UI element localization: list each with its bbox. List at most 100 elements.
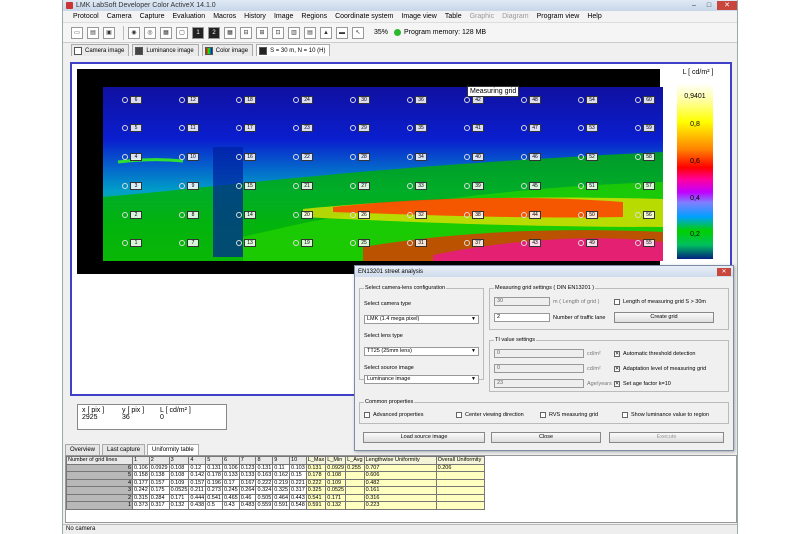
grid-point-label[interactable]: 16: [244, 153, 256, 161]
image-tab-2[interactable]: Color image: [201, 44, 254, 56]
open-icon[interactable]: ▤: [87, 26, 99, 39]
grid-point-label[interactable]: 4: [130, 153, 142, 161]
layout-single-icon[interactable]: 1: [192, 26, 204, 39]
adaptation-level-checkbox[interactable]: ✕: [614, 366, 620, 372]
grid-point-label[interactable]: 40: [472, 153, 484, 161]
grid-point-label[interactable]: 3: [130, 182, 142, 190]
grid-point-label[interactable]: 30: [358, 96, 370, 104]
camera-icon[interactable]: ◎: [144, 26, 156, 39]
grid-point-label[interactable]: 45: [529, 182, 541, 190]
grid-point-label[interactable]: 44: [529, 211, 541, 219]
grid-point-label[interactable]: 35: [415, 124, 427, 132]
grid-point-label[interactable]: 26: [358, 211, 370, 219]
grid-point-label[interactable]: 56: [643, 211, 655, 219]
grid-point-label[interactable]: 19: [301, 239, 313, 247]
load-source-image-button[interactable]: Load source image: [363, 432, 485, 443]
menu-item-capture[interactable]: Capture: [140, 13, 165, 20]
grid-point-label[interactable]: 11: [187, 124, 199, 132]
grid-length-input[interactable]: 30: [494, 297, 550, 306]
grid-point-label[interactable]: 15: [244, 182, 256, 190]
columns-icon[interactable]: ▥: [288, 26, 300, 39]
grid-point-label[interactable]: 48: [529, 96, 541, 104]
grid-length-checkbox[interactable]: [614, 299, 620, 305]
grid-point-label[interactable]: 10: [187, 153, 199, 161]
grid-point-label[interactable]: 14: [244, 211, 256, 219]
menu-item-help[interactable]: Help: [587, 13, 601, 20]
grid-point-label[interactable]: 49: [586, 239, 598, 247]
menu-item-coordinate-system[interactable]: Coordinate system: [335, 13, 393, 20]
source-image-select[interactable]: Luminance image ▼: [364, 375, 479, 384]
menu-item-evaluation[interactable]: Evaluation: [173, 13, 206, 20]
chart-icon[interactable]: ▲: [320, 26, 332, 39]
grid-point-label[interactable]: 43: [529, 239, 541, 247]
tab-uniformity-table[interactable]: Uniformity table: [147, 444, 199, 455]
grid-point-label[interactable]: 58: [643, 153, 655, 161]
split-h-icon[interactable]: ⊟: [240, 26, 252, 39]
pointer-icon[interactable]: ↖: [352, 26, 364, 39]
grid-point-label[interactable]: 33: [415, 182, 427, 190]
menu-item-program-view[interactable]: Program view: [537, 13, 580, 20]
save-icon[interactable]: ▣: [103, 26, 115, 39]
tile-icon[interactable]: ⊡: [272, 26, 284, 39]
grid-point-label[interactable]: 47: [529, 124, 541, 132]
grid-point-label[interactable]: 28: [358, 153, 370, 161]
grid-point-label[interactable]: 1: [130, 239, 142, 247]
grid-point-label[interactable]: 9: [187, 182, 199, 190]
grid-point-label[interactable]: 23: [301, 124, 313, 132]
grid-point-label[interactable]: 46: [529, 153, 541, 161]
grid-point-label[interactable]: 25: [358, 239, 370, 247]
age-input[interactable]: 23: [494, 379, 584, 388]
menu-item-image[interactable]: Image: [274, 13, 293, 20]
grid-point-label[interactable]: 2: [130, 211, 142, 219]
age-factor-checkbox[interactable]: ✕: [614, 381, 620, 387]
color-icon[interactable]: ▬: [336, 26, 348, 39]
layout-double-icon[interactable]: 2: [208, 26, 220, 39]
image-canvas[interactable]: Measuring grid 6 12 18 24 30 36 42 48 54 60 5 11 17 2…: [77, 69, 663, 274]
menu-item-table[interactable]: Table: [445, 13, 462, 20]
grid-point-label[interactable]: 59: [643, 124, 655, 132]
dialog-close-icon[interactable]: ✕: [717, 267, 731, 276]
grid-point-label[interactable]: 31: [415, 239, 427, 247]
close-button[interactable]: ✕: [717, 1, 737, 10]
execute-button[interactable]: Execute: [609, 432, 724, 443]
rvs-grid-checkbox[interactable]: [540, 412, 546, 418]
zoom-level[interactable]: 35%: [374, 29, 388, 36]
tab-overview[interactable]: Overview: [65, 444, 101, 455]
lens-type-select[interactable]: TT25 (25mm lens) ▼: [364, 347, 479, 356]
grid-point-label[interactable]: 53: [586, 124, 598, 132]
grid-point-label[interactable]: 18: [244, 96, 256, 104]
grid-point-label[interactable]: 52: [586, 153, 598, 161]
grid-point-label[interactable]: 38: [472, 211, 484, 219]
image-icon[interactable]: ▦: [160, 26, 172, 39]
image-tab-3[interactable]: S = 30 m, N = 10 (H): [256, 44, 331, 56]
advanced-properties-checkbox[interactable]: [364, 412, 370, 418]
menu-item-camera[interactable]: Camera: [107, 13, 132, 20]
grid-point-label[interactable]: 6: [130, 96, 142, 104]
grid-point-label[interactable]: 37: [472, 239, 484, 247]
grid-point-label[interactable]: 36: [415, 96, 427, 104]
grid-point-label[interactable]: 51: [586, 182, 598, 190]
layout-1-icon[interactable]: ▢: [176, 26, 188, 39]
grid-point-label[interactable]: 27: [358, 182, 370, 190]
menu-item-diagram[interactable]: Diagram: [502, 13, 528, 20]
menu-item-graphic[interactable]: Graphic: [470, 13, 495, 20]
center-viewing-checkbox[interactable]: [456, 412, 462, 418]
create-grid-button[interactable]: Create grid: [614, 312, 714, 323]
menu-item-regions[interactable]: Regions: [301, 13, 327, 20]
grid-point-label[interactable]: 32: [415, 211, 427, 219]
luminance-image[interactable]: [103, 87, 663, 261]
camera-type-select[interactable]: LMK (1.4 mega pixel) ▼: [364, 315, 479, 324]
grid-view-icon[interactable]: ▦: [224, 26, 236, 39]
grid-point-label[interactable]: 22: [301, 153, 313, 161]
grid-point-label[interactable]: 34: [415, 153, 427, 161]
grid-point-label[interactable]: 57: [643, 182, 655, 190]
split-v-icon[interactable]: ⊞: [256, 26, 268, 39]
grid-point-label[interactable]: 42: [472, 96, 484, 104]
menu-item-image-view[interactable]: Image view: [401, 13, 436, 20]
tab-last-capture[interactable]: Last capture: [102, 444, 146, 455]
grid-point-label[interactable]: 21: [301, 182, 313, 190]
grid-point-label[interactable]: 13: [244, 239, 256, 247]
image-tab-1[interactable]: Luminance image: [132, 44, 199, 56]
ti-adaptation-input[interactable]: 0: [494, 364, 584, 373]
capture-icon[interactable]: ◉: [128, 26, 140, 39]
